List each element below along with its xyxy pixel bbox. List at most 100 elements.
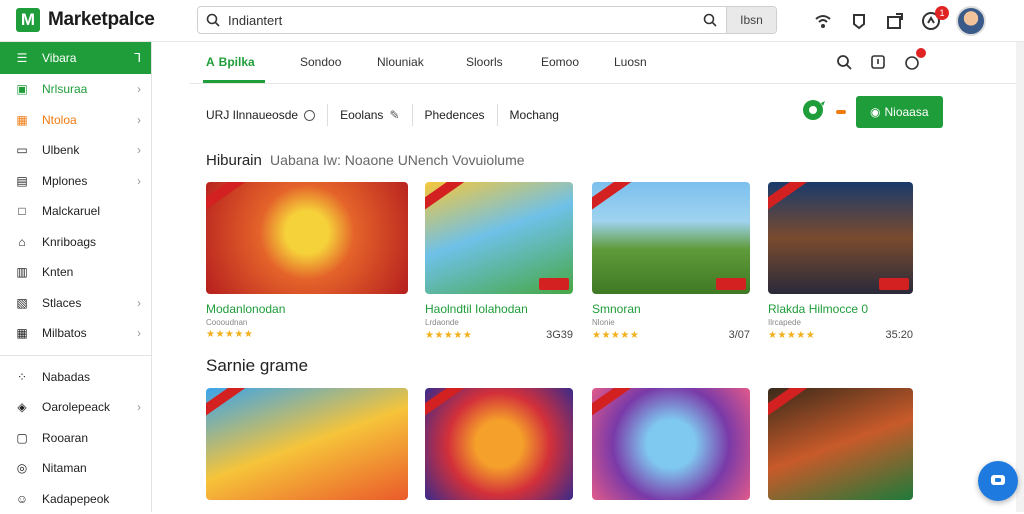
tab-sloorls[interactable]: Sloorls bbox=[466, 55, 503, 69]
sidebar: ☰Vibara⅂▣Nrlsuraa›▦Ntoloa›▭Ulbenk›▤Mplon… bbox=[0, 42, 152, 512]
game-thumbnail[interactable] bbox=[206, 388, 408, 500]
apps-icon: ▤ bbox=[14, 173, 30, 189]
game-card[interactable] bbox=[592, 388, 750, 500]
game-card[interactable]: Haolndtil IolahodanLrdaonde★★★★★3G39 bbox=[425, 182, 573, 341]
game-title[interactable]: Smnoran bbox=[592, 302, 750, 316]
sidebar-item-label: Ulbenk bbox=[42, 143, 79, 157]
sidebar-item-malckaruel[interactable]: □ Malckaruel bbox=[0, 196, 151, 227]
game-title[interactable]: Modanlonodan bbox=[206, 302, 408, 316]
info-icon bbox=[304, 110, 315, 121]
section-title: Hiburain Uabana Iw: Noaone UNench Vovuio… bbox=[206, 152, 525, 169]
game-card[interactable] bbox=[768, 388, 913, 500]
search-submit-icon[interactable] bbox=[694, 13, 726, 27]
game-price: 35:20 bbox=[885, 329, 913, 341]
filter-sort[interactable]: Eoolans✎ bbox=[327, 104, 411, 126]
sidebar-item-label: Knriboags bbox=[42, 235, 96, 249]
scrollbar[interactable] bbox=[1016, 42, 1024, 512]
sidebar-item-nrlsuraa[interactable]: ▣Nrlsuraa› bbox=[0, 74, 151, 105]
tab-active-icon: A bbox=[206, 55, 215, 69]
target-icon: ◎ bbox=[14, 460, 30, 476]
chevron-right-icon: › bbox=[137, 174, 141, 188]
sidebar-item-rooaran[interactable]: ▢Rooaran bbox=[0, 423, 151, 454]
search-icon[interactable] bbox=[198, 13, 228, 27]
tab-bpilka[interactable]: A Bpilka bbox=[206, 55, 255, 69]
tab-tools bbox=[836, 54, 920, 75]
chat-fab-button[interactable] bbox=[978, 461, 1018, 501]
sidebar-item-nabadas[interactable]: ⁘Nabadas bbox=[0, 362, 151, 393]
game-publisher: Lrdaonde bbox=[425, 318, 573, 327]
list-icon: ☰ bbox=[14, 50, 30, 66]
game-thumbnail[interactable] bbox=[768, 182, 913, 294]
bookmark-icon: ▧ bbox=[14, 295, 30, 311]
sidebar-item-ntoloa[interactable]: ▦Ntoloa› bbox=[0, 105, 151, 136]
game-thumbnail[interactable] bbox=[206, 182, 408, 294]
rating-stars: ★★★★★ bbox=[768, 330, 815, 341]
shield-icon[interactable] bbox=[848, 10, 870, 32]
game-thumbnail[interactable] bbox=[768, 388, 913, 500]
game-card[interactable] bbox=[425, 388, 573, 500]
export-icon[interactable] bbox=[870, 54, 886, 75]
price-tag bbox=[879, 278, 909, 290]
sidebar-item-oarolepeack[interactable]: ◈Oarolepeack› bbox=[0, 392, 151, 423]
game-title[interactable]: Rlakda Hilmocce 0 bbox=[768, 302, 913, 316]
search-input[interactable] bbox=[228, 13, 694, 28]
game-publisher: Coooudnan bbox=[206, 318, 408, 327]
sidebar-item-knten[interactable]: ▥Knten bbox=[0, 257, 151, 288]
chevron-right-icon: › bbox=[137, 143, 141, 157]
wifi-icon[interactable] bbox=[812, 10, 834, 32]
sidebar-item-stlaces[interactable]: ▧ Stlaces › bbox=[0, 288, 151, 319]
top-bar: M Marketpalce Ibsn 1 bbox=[0, 0, 1024, 42]
sidebar-item-milbatos[interactable]: ▦Milbatos› bbox=[0, 318, 151, 349]
primary-action-button[interactable]: ◉Nioaasa bbox=[856, 96, 943, 128]
chevron-right-icon: › bbox=[137, 326, 141, 340]
filter-preferences[interactable]: Phedences bbox=[412, 104, 497, 126]
sidebar-item-knriboags[interactable]: ⌂Knriboags bbox=[0, 227, 151, 258]
avatar[interactable] bbox=[956, 6, 986, 36]
sidebar-item-vibara[interactable]: ☰Vibara⅂ bbox=[0, 42, 151, 74]
calendar-icon: ▥ bbox=[14, 264, 30, 280]
game-thumbnail[interactable] bbox=[592, 388, 750, 500]
tab-sondoo[interactable]: Sondoo bbox=[300, 55, 341, 69]
cart-icon[interactable] bbox=[904, 54, 920, 75]
sidebar-item-ulbenk[interactable]: ▭Ulbenk› bbox=[0, 135, 151, 166]
search-filter-button[interactable]: Ibsn bbox=[726, 7, 776, 33]
tab-label: Bpilka bbox=[219, 55, 255, 69]
game-card[interactable]: Rlakda Hilmocce 0Ilrcapede★★★★★35:20 bbox=[768, 182, 913, 341]
tab-luosn[interactable]: Luosn bbox=[614, 55, 647, 69]
game-thumbnail[interactable] bbox=[425, 388, 573, 500]
sale-ribbon bbox=[592, 388, 631, 422]
game-title[interactable]: Haolndtil Iolahodan bbox=[425, 302, 573, 316]
refresh-icon[interactable] bbox=[800, 97, 826, 128]
table-icon: ▦ bbox=[14, 325, 30, 341]
filter-mode[interactable]: Mochang bbox=[497, 104, 571, 126]
chevron-right-icon: › bbox=[137, 113, 141, 127]
sidebar-item-label: Stlaces bbox=[42, 296, 81, 310]
game-publisher: Nlonie bbox=[592, 318, 750, 327]
game-card[interactable] bbox=[206, 388, 408, 500]
sale-ribbon bbox=[592, 182, 631, 216]
notifications-icon[interactable]: 1 bbox=[920, 10, 942, 32]
cta-area: ◉Nioaasa bbox=[800, 96, 943, 128]
game-thumbnail[interactable] bbox=[592, 182, 750, 294]
tab-nlouniak[interactable]: Nlouniak bbox=[377, 55, 424, 69]
sidebar-item-label: Nrlsuraa bbox=[42, 82, 87, 96]
app-logo[interactable]: M Marketpalce bbox=[16, 8, 155, 32]
filter-category[interactable]: URJ Ilnnaueosde bbox=[206, 104, 327, 126]
sidebar-item-label: Nitaman bbox=[42, 461, 87, 475]
sidebar-item-mplones[interactable]: ▤Mplones› bbox=[0, 166, 151, 197]
game-thumbnail[interactable] bbox=[425, 182, 573, 294]
game-card[interactable]: SmnoranNlonie★★★★★3/07 bbox=[592, 182, 750, 341]
tab-eomoo[interactable]: Eomoo bbox=[541, 55, 579, 69]
game-meta: ★★★★★ bbox=[206, 329, 408, 340]
game-card[interactable]: Modanlonodan Coooudnan ★★★★★ bbox=[206, 182, 408, 340]
share-icon[interactable] bbox=[884, 10, 906, 32]
chat-icon bbox=[989, 472, 1007, 490]
sidebar-item-label: Malckaruel bbox=[42, 204, 100, 218]
chevron-right-icon: › bbox=[137, 296, 141, 310]
sidebar-item-kadapepeok[interactable]: ☺Kadapepeok bbox=[0, 484, 151, 514]
tag-icon: ◈ bbox=[14, 399, 30, 415]
sidebar-item-nitaman[interactable]: ◎ Nitaman bbox=[0, 453, 151, 484]
square-icon: □ bbox=[14, 203, 30, 219]
search-icon[interactable] bbox=[836, 54, 852, 75]
person-icon: ☺ bbox=[14, 491, 30, 507]
